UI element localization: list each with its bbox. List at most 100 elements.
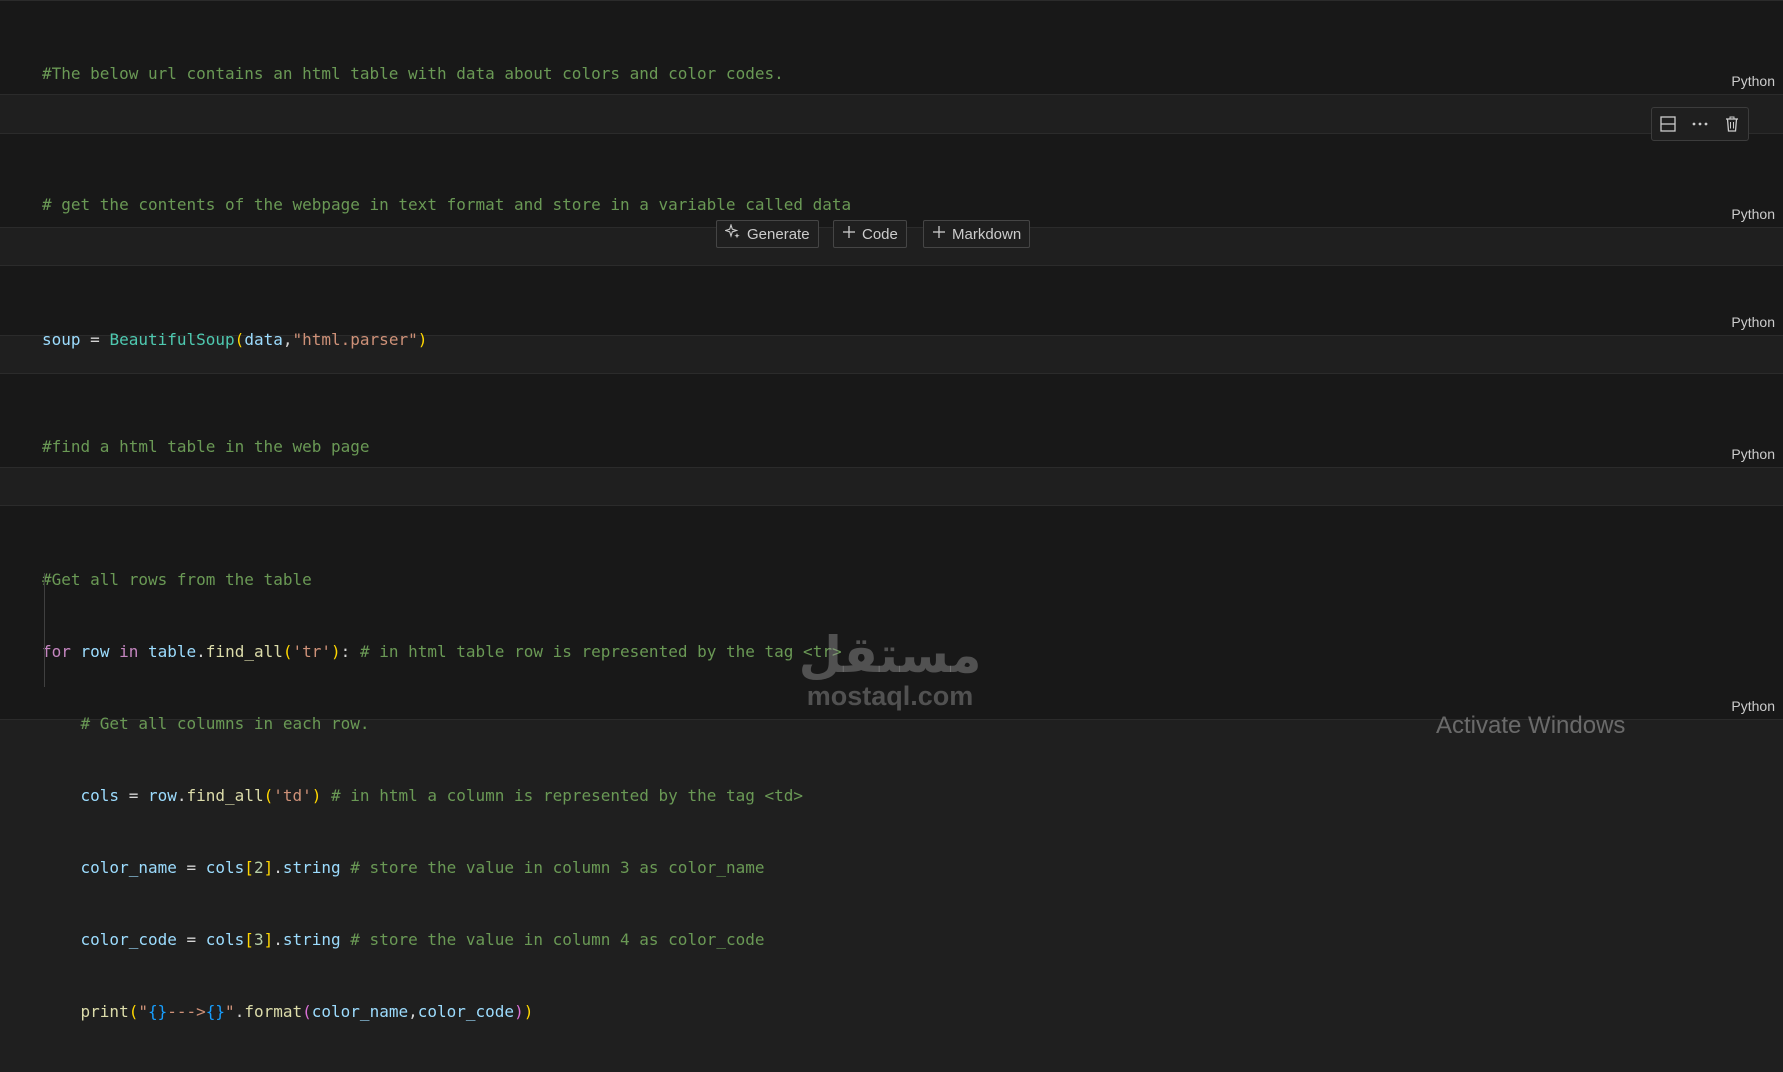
language-label[interactable]: Python [1731, 73, 1775, 89]
add-markdown-cell-button[interactable]: Markdown [923, 220, 1031, 248]
add-code-cell-button[interactable]: Code [833, 220, 907, 248]
code-token: # get the contents of the webpage in tex… [42, 195, 852, 214]
code-token: "html.parser" [292, 330, 418, 349]
code-token: data [244, 330, 283, 349]
code-token: . [176, 786, 187, 805]
code-token: ( [263, 786, 274, 805]
code-line: # get the contents of the webpage in tex… [42, 193, 851, 217]
code-token: #find a html table in the web page [42, 437, 370, 456]
code-token: #The below url contains an html table wi… [42, 64, 784, 83]
delete-icon[interactable] [1720, 112, 1744, 136]
code-token: find_all [186, 786, 264, 805]
code-token: cols [205, 858, 245, 877]
code-token: 3 [253, 930, 264, 949]
code-token: ] [263, 858, 274, 877]
generate-label: Generate [747, 225, 810, 243]
code-label: Code [862, 225, 898, 243]
code-token: # store the value in column 4 as color_c… [340, 930, 765, 949]
code-token: table [147, 642, 197, 661]
code-token: cols [80, 786, 120, 805]
code-line: color_code = cols[3].string # store the … [42, 928, 842, 952]
code-line: for row in table.find_all('tr'): # in ht… [42, 640, 842, 664]
code-line: cols = row.find_all('td') # in html a co… [42, 784, 842, 808]
code-token: ( [282, 642, 293, 661]
language-label[interactable]: Python [1731, 446, 1775, 462]
code-token: : [340, 642, 351, 661]
code-token: ( [302, 1002, 312, 1021]
code-token: " [225, 1002, 235, 1021]
code-cell-3[interactable]: soup = BeautifulSoup(data,"html.parser")… [0, 265, 1783, 349]
code-token: ( [234, 330, 245, 349]
code-cell-2[interactable]: # get the contents of the webpage in tex… [0, 133, 1783, 286]
plus-icon [932, 225, 946, 243]
code-token: for [42, 642, 71, 661]
code-token: = [176, 858, 206, 877]
code-token: soup [42, 330, 81, 349]
code-token: . [234, 1002, 245, 1021]
indent-guide [44, 573, 45, 687]
code-token: = [119, 786, 148, 805]
watermark-arabic-text: مستقل [798, 626, 982, 684]
code-token: ) [514, 1002, 524, 1021]
code-token: #Get all rows from the table [42, 570, 312, 589]
code-token: ] [263, 930, 274, 949]
code-token: = [176, 930, 206, 949]
generate-button[interactable]: Generate [716, 220, 819, 248]
code-token: string [282, 858, 341, 877]
code-token: ) [331, 642, 341, 661]
sparkle-icon [723, 223, 741, 244]
code-token: 2 [253, 858, 264, 877]
code-token: format [244, 1002, 303, 1021]
code-token: row [147, 786, 177, 805]
code-line: soup = BeautifulSoup(data,"html.parser") [42, 328, 427, 352]
code-token: print [80, 1002, 129, 1021]
code-token: . [196, 642, 206, 661]
split-cell-icon[interactable] [1656, 112, 1680, 136]
code-line: print("{}--->{}".format(color_name,color… [42, 1000, 842, 1024]
code-token: # store the value in column 3 as color_n… [340, 858, 765, 877]
code-token: " [138, 1002, 148, 1021]
language-label[interactable]: Python [1731, 698, 1775, 714]
markdown-label: Markdown [952, 225, 1022, 243]
code-token: ( [128, 1002, 139, 1021]
code-token: 'tr' [292, 642, 332, 661]
language-label[interactable]: Python [1731, 206, 1775, 222]
cell-toolbar [1651, 107, 1749, 141]
code-token: ) [417, 330, 428, 349]
code-token: color_code [80, 930, 177, 949]
code-token: = [80, 330, 110, 349]
more-actions-icon[interactable] [1688, 112, 1712, 136]
code-cell-4[interactable]: #find a html table in the web page table… [0, 373, 1783, 528]
code-token: find_all [205, 642, 283, 661]
code-token: 'td' [273, 786, 312, 805]
code-token: cols [205, 930, 245, 949]
code-token: color_name [80, 858, 177, 877]
code-token: {} [205, 1002, 226, 1021]
code-editor[interactable]: #Get all rows from the table for row in … [42, 520, 842, 1072]
code-line: color_name = cols[2].string # store the … [42, 856, 842, 880]
code-token: [ [244, 858, 254, 877]
code-token: . [273, 858, 283, 877]
language-label[interactable]: Python [1731, 314, 1775, 330]
mostaql-watermark: مستقل mostaql.com [795, 625, 985, 715]
code-line: # Get all columns in each row. [42, 712, 842, 736]
watermark-latin-text: mostaql.com [806, 681, 974, 711]
code-line: #find a html table in the web page [42, 435, 774, 459]
code-token: row [80, 642, 110, 661]
code-token: string [282, 930, 341, 949]
code-token: color_code [417, 1002, 515, 1021]
code-token: # Get all columns in each row. [80, 714, 370, 733]
code-token: [ [244, 930, 254, 949]
plus-icon [842, 225, 856, 243]
code-line: #Get all rows from the table [42, 568, 842, 592]
windows-activation-notice: Activate Windows [1436, 712, 1626, 739]
code-token: {} [147, 1002, 168, 1021]
code-token: # in html a column is represented by the… [321, 786, 804, 805]
code-line: #The below url contains an html table wi… [42, 62, 1342, 86]
code-token: . [273, 930, 283, 949]
code-cell-1[interactable]: #The below url contains an html table wi… [0, 0, 1783, 155]
